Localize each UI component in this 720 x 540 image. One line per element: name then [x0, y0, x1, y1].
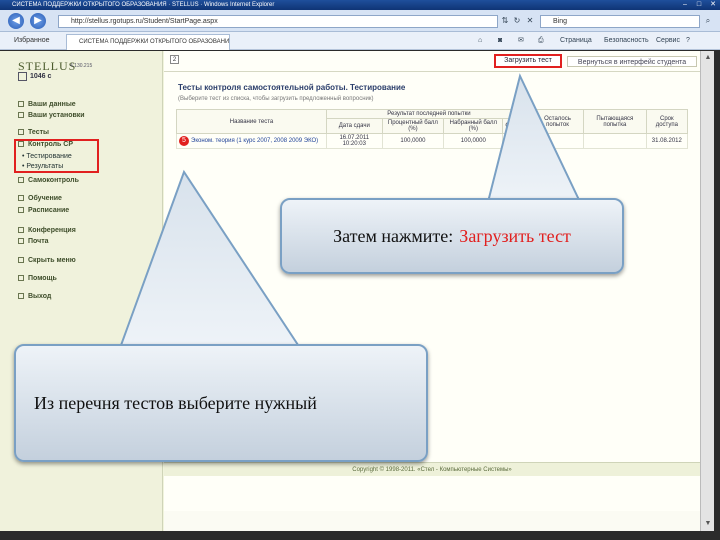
test-name-link[interactable]: Эконом. теория (1 курс 2007, 2008 2009 Э… [191, 138, 318, 144]
menu-item-selfcheck[interactable]: Самоконтроль [18, 177, 79, 184]
col-group-header: Результат последней попытки [326, 109, 532, 119]
user-icon [18, 72, 27, 81]
menu-bullet-icon [18, 112, 24, 119]
maximize-icon[interactable]: □ [692, 0, 706, 10]
menu-item-profile[interactable]: Ваши данные [18, 101, 76, 108]
menu-bullet-icon [18, 293, 24, 300]
date-cell: 16.07.2011 10:20:03 [326, 133, 383, 149]
back-arrow-icon[interactable]: ◀ [8, 13, 24, 29]
scroll-down-icon[interactable]: ▼ [703, 519, 713, 529]
search-input[interactable]: Bing [540, 15, 700, 28]
url-input[interactable]: http://stellus.rgotups.ru/Student/StartP… [58, 15, 498, 28]
rss-icon[interactable]: ◙ [498, 36, 502, 46]
home-icon[interactable]: ⌂ [478, 36, 482, 46]
callout-select-test: Из перечня тестов выберите нужный [14, 344, 428, 462]
col-header-name: Название теста [176, 109, 327, 134]
scroll-up-icon[interactable]: ▲ [703, 53, 713, 63]
callout-1-prefix: Затем нажмите: [333, 225, 454, 246]
col-header-score: Набранный балл (%) [443, 118, 504, 134]
menu-item-hide[interactable]: Скрыть меню [18, 257, 76, 264]
menu-item-help[interactable]: Помощь [18, 275, 57, 282]
menu-item-exit[interactable]: Выход [18, 293, 51, 300]
menu-bullet-icon [18, 257, 24, 264]
col-header-attempts: Осталось попыток [530, 109, 585, 134]
menu-security[interactable]: Безопасность [604, 36, 649, 46]
screen: СИСТЕМА ПОДДЕРЖКИ ОТКРЫТОГО ОБРАЗОВАНИЯ … [0, 0, 720, 540]
callout-1-highlight: Загрузить тест [459, 225, 571, 246]
step-marker: 5 [179, 136, 189, 146]
menu-bullet-icon [18, 101, 24, 108]
highlight-menu-box [14, 139, 99, 173]
menu-item-settings[interactable]: Ваши установки [18, 112, 85, 119]
page-subtitle: (Выберите тест из списка, чтобы загрузит… [178, 96, 374, 102]
callout-load-test: Затем нажмите: Загрузить тест [280, 198, 624, 274]
compat-view-icon[interactable]: ⇅ [500, 16, 510, 26]
menu-item-learning[interactable]: Обучение [18, 195, 62, 202]
search-icon[interactable]: ⌕ [703, 16, 713, 26]
menu-bullet-icon [18, 207, 24, 214]
tab-active[interactable]: СИСТЕМА ПОДДЕРЖКИ ОТКРЫТОГО ОБРАЗОВАНИЯ [66, 34, 230, 50]
address-bar: ◀ ▶ http://stellus.rgotups.ru/Student/St… [0, 10, 720, 32]
test-name-cell[interactable]: 5 Эконом. теория (1 курс 2007, 2008 2009 … [176, 133, 327, 149]
deadline-cell: 31.08.2012 [645, 133, 689, 149]
mark-cell: отл. [502, 133, 532, 149]
menu-item-schedule[interactable]: Расписание [18, 207, 69, 214]
return-button[interactable]: Вернуться в интерфейс студента [567, 56, 697, 67]
tests-table: Название теста Результат последней попыт… [176, 109, 689, 149]
favorites-bar: Избранное СИСТЕМА ПОДДЕРЖКИ ОТКРЫТОГО ОБ… [0, 32, 720, 50]
score-cell: 100,0000 [443, 133, 504, 149]
menu-bullet-icon [18, 177, 24, 184]
col-header-deadline: Срок доступа [645, 109, 689, 134]
print-icon[interactable]: ⎙ [538, 36, 544, 46]
current-cell [583, 133, 647, 149]
menu-bullet-icon [18, 129, 24, 136]
load-test-button[interactable]: Загрузить тест [494, 54, 562, 68]
menu-bullet-icon [18, 238, 24, 245]
window-title-bar: СИСТЕМА ПОДДЕРЖКИ ОТКРЫТОГО ОБРАЗОВАНИЯ … [0, 0, 720, 10]
table-row[interactable]: 5 Эконом. теория (1 курс 2007, 2008 2009 … [176, 133, 689, 149]
stop-icon[interactable]: ✕ [525, 16, 535, 26]
col-header-date: Дата сдачи [326, 118, 383, 134]
refresh-icon[interactable]: ↻ [512, 16, 522, 26]
menu-bullet-icon [18, 275, 24, 282]
mail-icon[interactable]: ✉ [518, 36, 524, 46]
menu-bullet-icon [18, 195, 24, 202]
col-header-current: Пытающаяся попытка [583, 109, 647, 134]
divider [164, 71, 700, 72]
minimize-icon[interactable]: – [678, 0, 692, 10]
attempts-cell [530, 133, 585, 149]
menu-item-conference[interactable]: Конференция [18, 227, 76, 234]
version-label: 4.130.215 [70, 63, 93, 69]
user-id: 1046 с [30, 73, 52, 80]
menu-tools[interactable]: Сервис [656, 36, 680, 46]
callout-2-text: Из перечня тестов выберите нужный [34, 392, 317, 413]
page-title: Тесты контроля самостоятельной работы. Т… [178, 83, 406, 92]
window-title: СИСТЕМА ПОДДЕРЖКИ ОТКРЫТОГО ОБРАЗОВАНИЯ … [12, 2, 275, 8]
footer: Copyright © 1998-2011. «Стел - Компьютер… [164, 462, 700, 476]
help-icon[interactable]: ? [686, 36, 690, 46]
pct-cell: 100,0000 [381, 133, 445, 149]
col-header-mark: Отметка [502, 118, 532, 134]
forward-arrow-icon[interactable]: ▶ [30, 13, 46, 29]
window-controls: – □ ✕ [678, 0, 720, 10]
scrollbar[interactable]: ▲ ▼ [700, 51, 714, 531]
col-header-pct: Процентный балл (%) [381, 118, 445, 134]
menu-bullet-icon [18, 227, 24, 234]
close-icon[interactable]: ✕ [706, 0, 720, 10]
favorites-button[interactable]: Избранное [14, 35, 49, 47]
page-number: 2 [170, 55, 179, 64]
menu-item-tests[interactable]: Тесты [18, 129, 49, 136]
menu-page[interactable]: Страница [560, 36, 592, 46]
menu-item-mail[interactable]: Почта [18, 238, 49, 245]
